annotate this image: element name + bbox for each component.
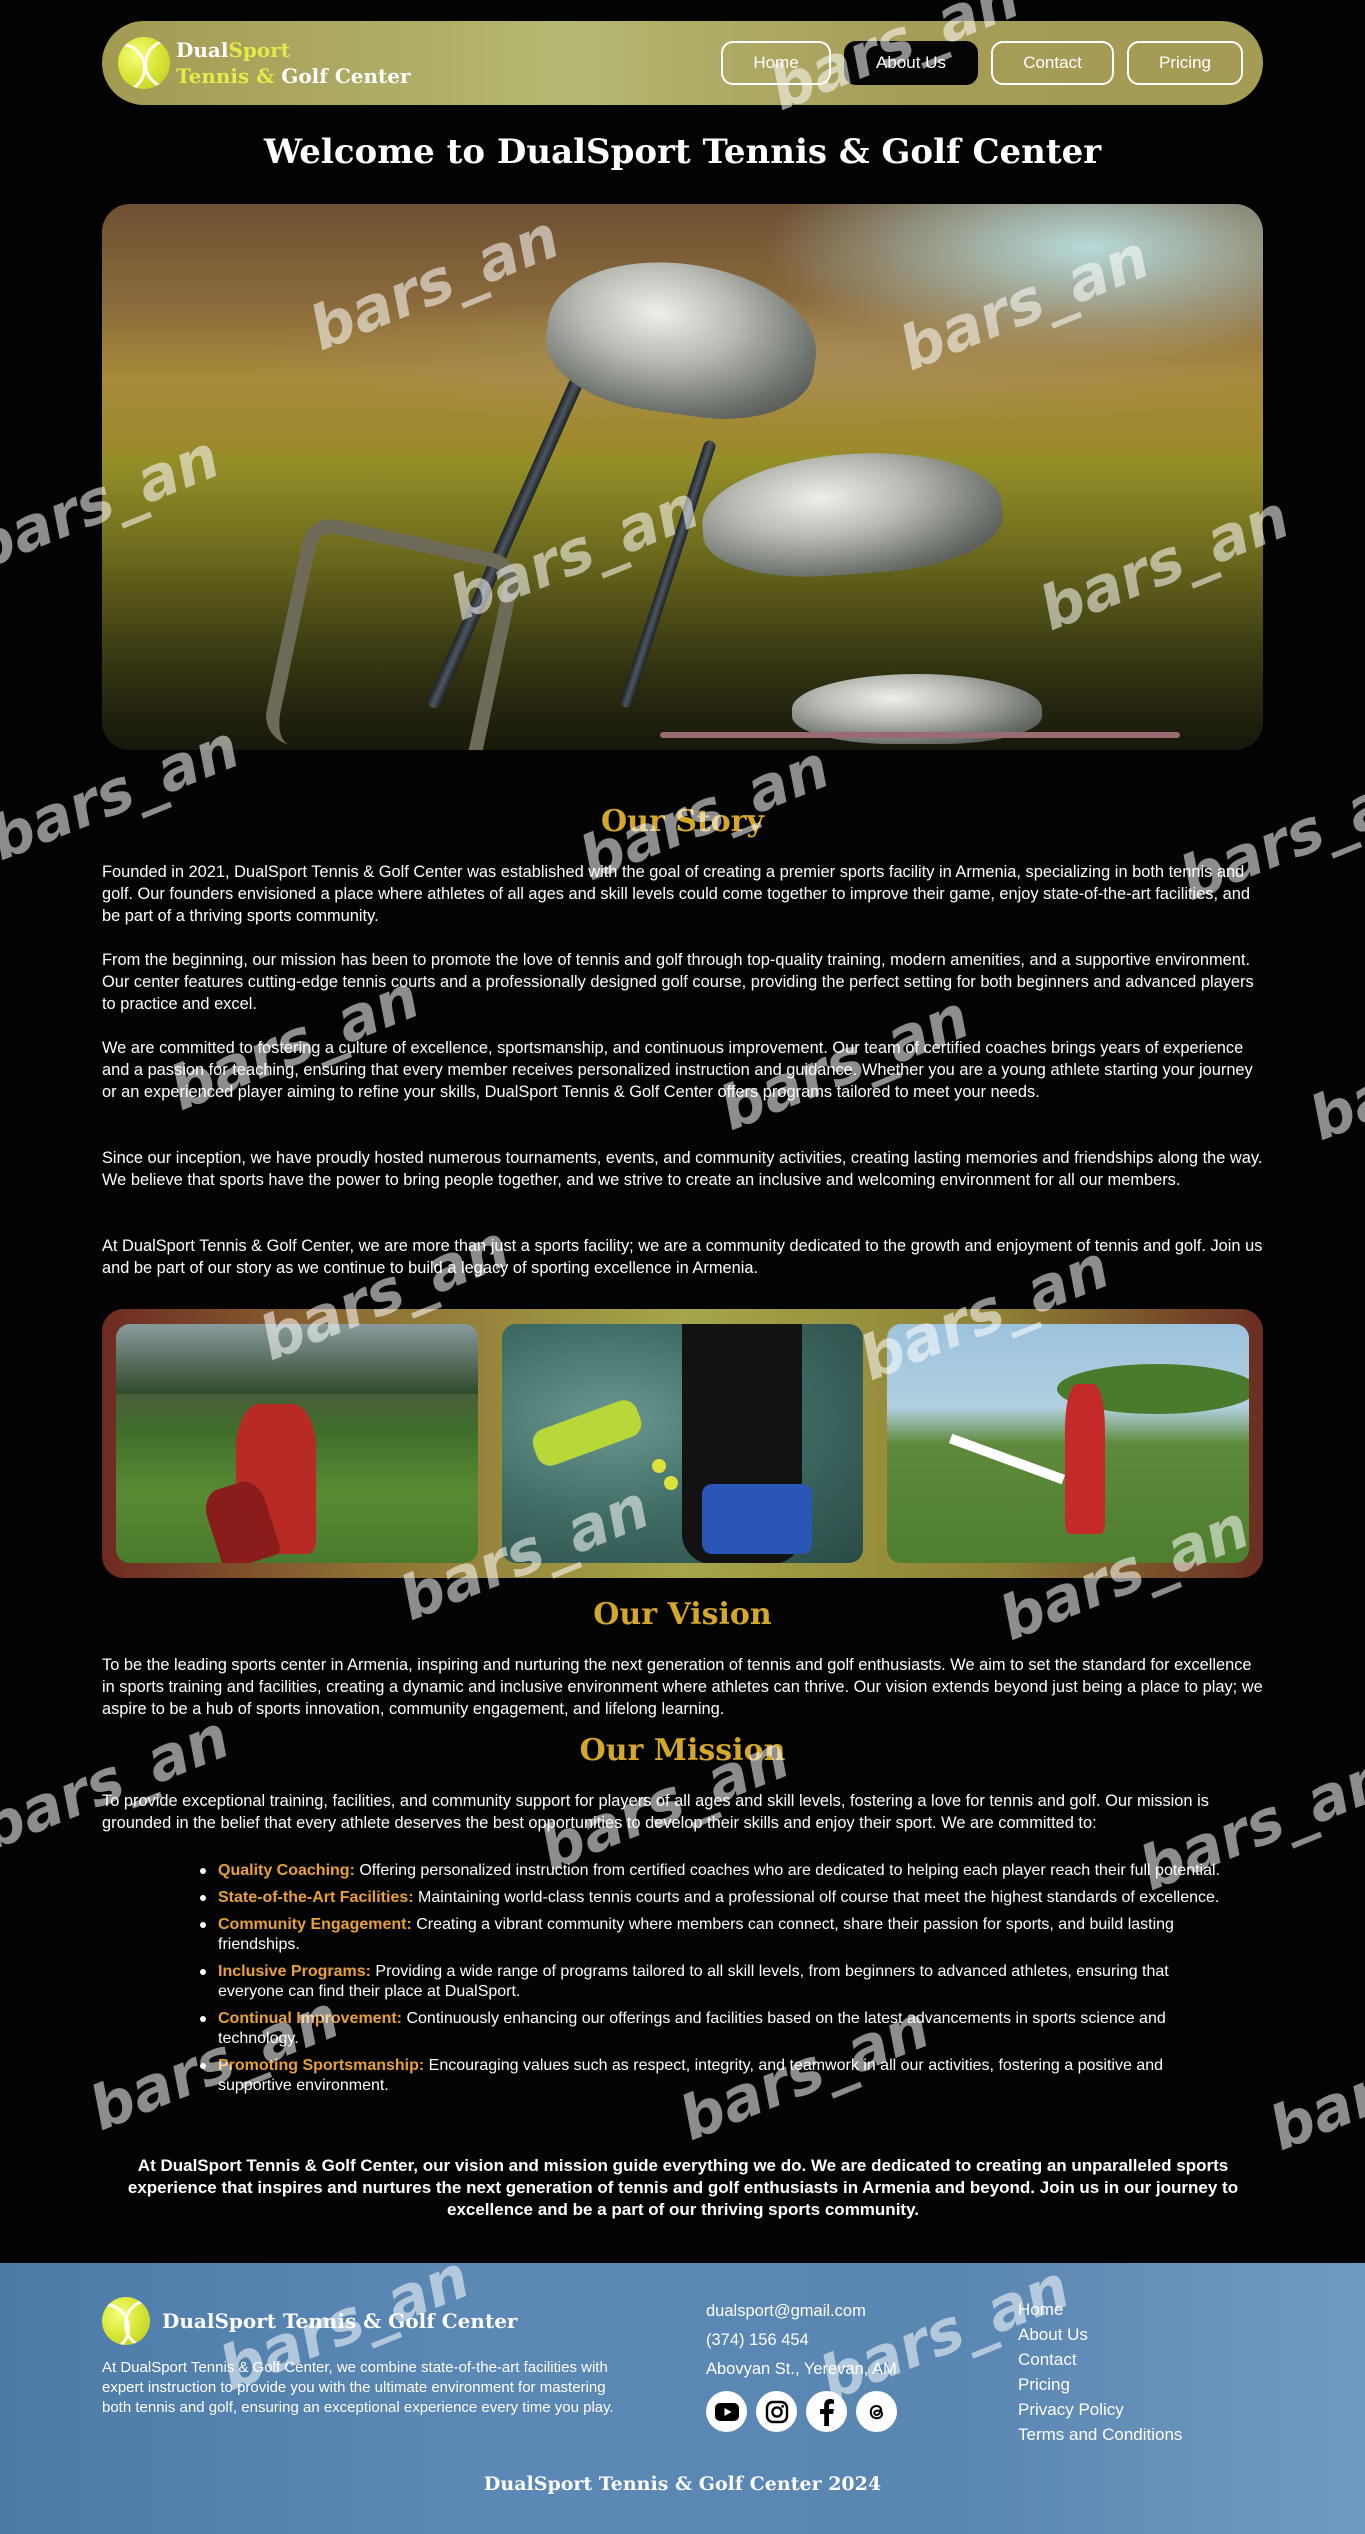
top-navigation: DualSport Tennis & Golf Center Home Abou…	[102, 21, 1263, 105]
footer-address: Abovyan St., Yerevan, AM	[706, 2360, 897, 2378]
gallery-photo-golf-swing	[887, 1324, 1250, 1563]
logo-word-tennis: Tennis &	[176, 64, 282, 88]
footer-logo[interactable]: DualSport Tennis & Golf Center	[102, 2297, 517, 2345]
site-footer: DualSport Tennis & Golf Center At DualSp…	[0, 2263, 1365, 2534]
list-item: Promoting Sportsmanship: Encouraging val…	[200, 2056, 1228, 2096]
vision-paragraph: To be the leading sports center in Armen…	[102, 1656, 1263, 1718]
nav-about-us-link[interactable]: About Us	[844, 41, 978, 85]
our-mission-heading: Our Mission	[579, 1733, 786, 1768]
hero-image-golf-clubs	[102, 204, 1263, 750]
footer-phone[interactable]: (374) 156 454	[706, 2326, 897, 2355]
gallery-photo-tennis-player	[501, 1324, 864, 1563]
footer-link-pricing[interactable]: Pricing	[1018, 2372, 1182, 2397]
gallery-photo-golfer-with-bag	[116, 1324, 478, 1563]
footer-links: Home About Us Contact Pricing Privacy Po…	[1018, 2297, 1182, 2447]
list-item: State-of-the-Art Facilities: Maintaining…	[200, 1888, 1228, 1908]
logo-text: DualSport Tennis & Golf Center	[176, 37, 411, 89]
our-story-heading: Our Story	[601, 804, 764, 839]
list-item-label: Inclusive Programs:	[218, 1963, 371, 1980]
nav-contact-link[interactable]: Contact	[991, 41, 1114, 85]
tennis-ball-icon	[118, 37, 170, 89]
story-paragraph-3: We are committed to fostering a culture …	[102, 1039, 1253, 1101]
footer-copyright: DualSport Tennis & Golf Center 2024	[483, 2473, 882, 2495]
footer-link-about-us[interactable]: About Us	[1018, 2322, 1182, 2347]
list-item-label: State-of-the-Art Facilities:	[218, 1889, 414, 1906]
logo-word-sport: Sport	[228, 38, 290, 62]
site-logo[interactable]: DualSport Tennis & Golf Center	[118, 37, 411, 89]
list-item-text: Maintaining world-class tennis courts an…	[413, 1889, 1220, 1906]
list-item-label: Continual Improvement:	[218, 2010, 403, 2027]
footer-description: At DualSport Tennis & Golf Center, we co…	[102, 2359, 614, 2416]
story-paragraph-1: Founded in 2021, DualSport Tennis & Golf…	[102, 863, 1250, 925]
list-item: Inclusive Programs: Providing a wide ran…	[200, 1962, 1228, 2002]
footer-link-contact[interactable]: Contact	[1018, 2347, 1182, 2372]
mission-list: Quality Coaching: Offering personalized …	[200, 1861, 1228, 2103]
nav-pricing-link[interactable]: Pricing	[1127, 41, 1243, 85]
closing-statement: At DualSport Tennis & Golf Center, our v…	[127, 2156, 1239, 2219]
list-item-label: Promoting Sportsmanship:	[218, 2057, 425, 2074]
instagram-icon[interactable]	[756, 2391, 797, 2432]
story-paragraph-4: Since our inception, we have proudly hos…	[102, 1149, 1263, 1189]
social-links	[706, 2391, 897, 2432]
list-item: Quality Coaching: Offering personalized …	[200, 1861, 1228, 1881]
footer-brand: DualSport Tennis & Golf Center	[162, 2309, 518, 2333]
list-item-label: Community Engagement:	[218, 1916, 412, 1933]
facebook-icon[interactable]	[806, 2391, 847, 2432]
youtube-icon[interactable]	[706, 2391, 747, 2432]
nav-home-link[interactable]: Home	[721, 41, 831, 85]
page-title: Welcome to DualSport Tennis & Golf Cente…	[263, 132, 1102, 172]
story-paragraph-5: At DualSport Tennis & Golf Center, we ar…	[102, 1237, 1263, 1277]
list-item-label: Quality Coaching:	[218, 1862, 355, 1879]
list-item: Community Engagement: Creating a vibrant…	[200, 1915, 1228, 1955]
tennis-ball-icon	[102, 2297, 150, 2345]
logo-word-golf-center: Golf Center	[281, 64, 411, 88]
our-vision-heading: Our Vision	[593, 1597, 772, 1632]
watermark: bars_an	[0, 1701, 240, 1865]
mission-intro: To provide exceptional training, facilit…	[102, 1792, 1209, 1832]
threads-icon[interactable]	[856, 2391, 897, 2432]
footer-link-home[interactable]: Home	[1018, 2297, 1182, 2322]
logo-word-dual: Dual	[176, 38, 229, 62]
story-paragraph-2: From the beginning, our mission has been…	[102, 951, 1254, 1013]
footer-link-privacy-policy[interactable]: Privacy Policy	[1018, 2397, 1182, 2422]
list-item: Continual Improvement: Continuously enha…	[200, 2009, 1228, 2049]
photo-gallery	[102, 1309, 1263, 1578]
hero-progress-bar	[660, 732, 1180, 738]
footer-link-terms[interactable]: Terms and Conditions	[1018, 2422, 1182, 2447]
watermark: bars_an	[1260, 2001, 1365, 2165]
list-item-text: Offering personalized instruction from c…	[354, 1862, 1220, 1879]
footer-contact: dualsport@gmail.com (374) 156 454 Abovya…	[706, 2297, 897, 2384]
watermark: bars_an	[1300, 991, 1365, 1155]
footer-email[interactable]: dualsport@gmail.com	[706, 2297, 897, 2326]
nav-links: Home About Us Contact Pricing	[721, 41, 1243, 85]
